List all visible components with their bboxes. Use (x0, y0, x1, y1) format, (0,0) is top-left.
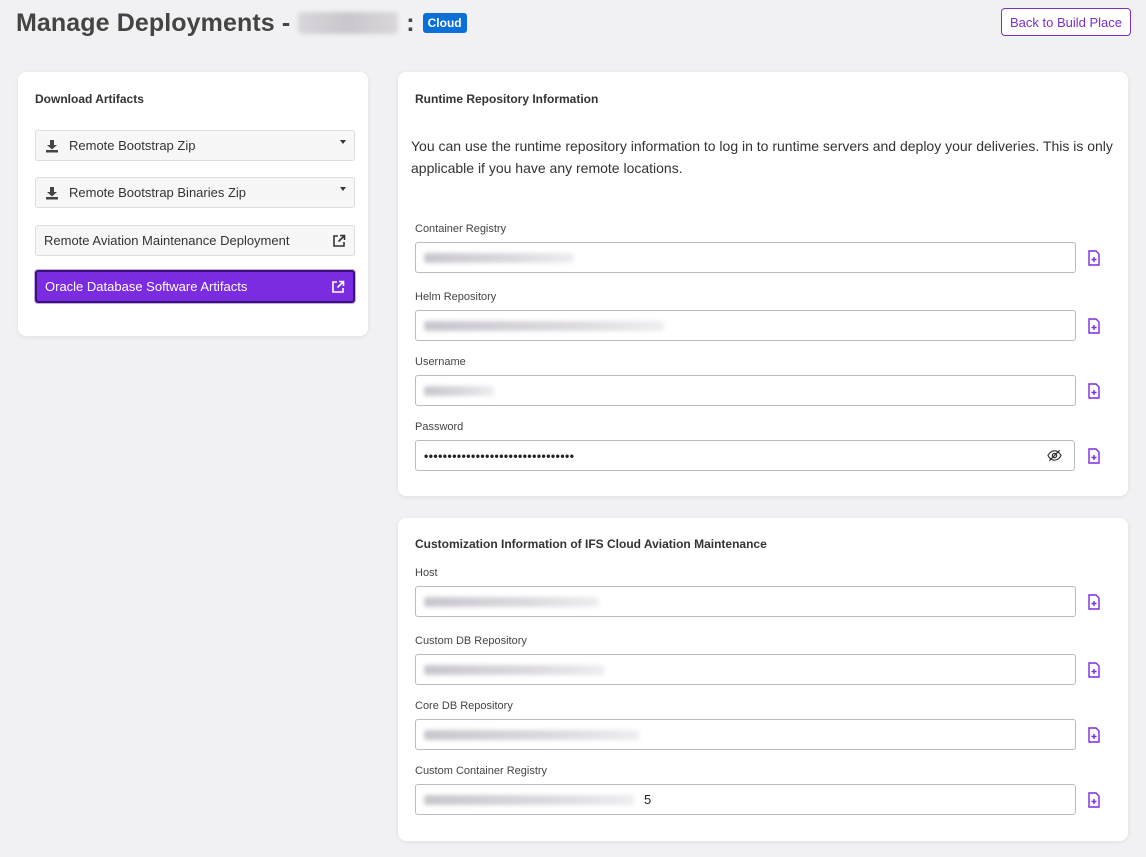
custom-container-registry-label: Custom Container Registry (415, 765, 548, 777)
password-label: Password (415, 421, 464, 433)
core-db-repository-field[interactable] (415, 719, 1076, 750)
remote-bootstrap-binaries-zip-label: Remote Bootstrap Binaries Zip (69, 185, 247, 200)
runtime-repository-title: Runtime Repository Information (415, 92, 599, 106)
redacted-value (424, 664, 604, 675)
remote-bootstrap-zip-button[interactable]: Remote Bootstrap Zip (35, 130, 355, 161)
chevron-down-icon (340, 140, 346, 144)
container-registry-label: Container Registry (415, 223, 507, 235)
helm-repository-label: Helm Repository (415, 291, 497, 303)
external-link-icon (332, 280, 345, 293)
copy-icon[interactable] (1087, 727, 1101, 743)
copy-icon[interactable] (1087, 383, 1101, 399)
container-registry-field[interactable] (415, 242, 1076, 273)
copy-icon[interactable] (1087, 448, 1101, 464)
download-icon (46, 186, 58, 199)
title-separator: : (406, 8, 415, 37)
copy-icon[interactable] (1087, 250, 1101, 266)
page-header: Manage Deployments - : Cloud (16, 6, 467, 40)
download-artifacts-title: Download Artifacts (35, 92, 144, 106)
password-field[interactable]: •••••••••••••••••••••••••••••••• (415, 440, 1075, 471)
host-field[interactable] (415, 586, 1076, 617)
page-title: Manage Deployments - (16, 8, 291, 37)
custom-container-registry-value: 5 (644, 792, 652, 807)
username-label: Username (415, 356, 466, 368)
host-label: Host (415, 567, 438, 579)
redacted-value (424, 385, 494, 396)
back-to-build-place-button[interactable]: Back to Build Place (1001, 8, 1131, 36)
chevron-down-icon (340, 187, 346, 191)
redacted-project-name (298, 12, 399, 34)
download-artifacts-card: Download Artifacts Remote Bootstrap Zip … (18, 72, 368, 336)
remote-bootstrap-zip-label: Remote Bootstrap Zip (69, 138, 196, 153)
custom-db-repository-label: Custom DB Repository (415, 635, 527, 647)
redacted-value (424, 252, 574, 263)
external-link-icon (333, 234, 346, 247)
remote-bootstrap-binaries-zip-button[interactable]: Remote Bootstrap Binaries Zip (35, 177, 355, 208)
remote-aviation-maintenance-deployment-button[interactable]: Remote Aviation Maintenance Deployment (35, 225, 355, 256)
download-icon (46, 139, 58, 152)
redacted-value (424, 320, 664, 331)
custom-container-registry-field[interactable]: 5 (415, 784, 1076, 815)
username-field[interactable] (415, 375, 1076, 406)
redacted-value (424, 729, 639, 740)
runtime-repository-description: You can use the runtime repository infor… (411, 138, 1113, 176)
oracle-database-software-artifacts-button[interactable]: Oracle Database Software Artifacts (35, 270, 355, 303)
password-value: •••••••••••••••••••••••••••••••• (424, 448, 575, 463)
remote-aviation-maintenance-deployment-label: Remote Aviation Maintenance Deployment (44, 233, 290, 248)
redacted-value (424, 596, 599, 607)
copy-icon[interactable] (1087, 792, 1101, 808)
helm-repository-field[interactable] (415, 310, 1076, 341)
cloud-badge: Cloud (422, 13, 467, 33)
eye-slash-icon[interactable] (1047, 449, 1062, 462)
customization-information-card: Customization Information of IFS Cloud A… (398, 518, 1128, 841)
copy-icon[interactable] (1087, 594, 1101, 610)
copy-icon[interactable] (1087, 662, 1101, 678)
customization-information-title: Customization Information of IFS Cloud A… (415, 537, 767, 551)
copy-icon[interactable] (1087, 318, 1101, 334)
redacted-value (424, 794, 634, 805)
core-db-repository-label: Core DB Repository (415, 700, 513, 712)
custom-db-repository-field[interactable] (415, 654, 1076, 685)
runtime-repository-card: Runtime Repository Information You can u… (398, 72, 1128, 496)
oracle-database-software-artifacts-label: Oracle Database Software Artifacts (45, 279, 248, 294)
